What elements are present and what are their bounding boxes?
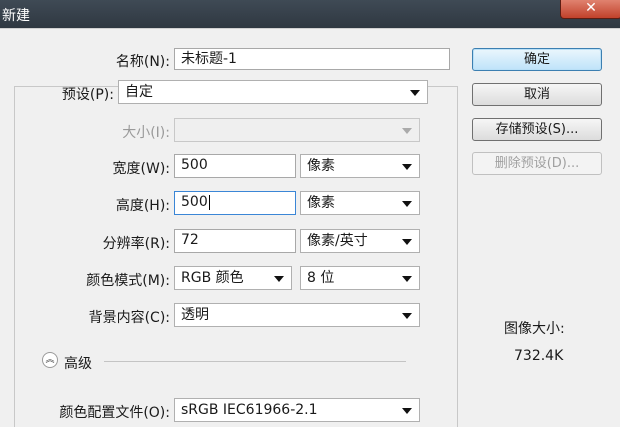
bit-depth-select[interactable]: 8 位	[300, 266, 420, 290]
cancel-button[interactable]: 取消	[472, 83, 602, 106]
chevron-down-icon	[402, 239, 412, 245]
background-label: 背景内容(C):	[88, 310, 170, 326]
name-label: 名称(N):	[115, 54, 170, 70]
chevron-down-icon	[402, 128, 412, 134]
width-input[interactable]: 500	[174, 154, 296, 178]
name-input[interactable]: 未标题-1	[174, 48, 450, 70]
bit-depth-value: 8 位	[307, 270, 335, 286]
chevron-down-icon	[274, 276, 284, 282]
preset-select[interactable]: 自定	[118, 80, 428, 104]
width-label: 宽度(W):	[112, 161, 170, 177]
size-label: 大小(I):	[122, 125, 170, 141]
chevron-down-icon	[402, 276, 412, 282]
chevron-down-icon	[410, 90, 420, 96]
height-input[interactable]: 500	[174, 191, 296, 215]
image-size-label: 图像大小:	[504, 321, 565, 337]
save-preset-button[interactable]: 存储预设(S)...	[472, 118, 602, 141]
color-mode-value: RGB 颜色	[181, 270, 244, 286]
delete-preset-button: 删除预设(D)...	[472, 152, 602, 175]
width-unit-value: 像素	[307, 158, 335, 174]
width-unit-select[interactable]: 像素	[300, 154, 420, 178]
chevron-down-icon	[402, 164, 412, 170]
color-profile-select[interactable]: sRGB IEC61966-2.1	[174, 398, 420, 422]
close-button[interactable]: ✕	[560, 0, 620, 19]
color-mode-select[interactable]: RGB 颜色	[174, 266, 292, 290]
chevron-down-icon	[402, 313, 412, 319]
height-value: 500	[181, 194, 208, 210]
resolution-input[interactable]: 72	[174, 229, 296, 253]
window-title: 新建	[2, 8, 30, 24]
chevron-down-icon	[402, 201, 412, 207]
background-select[interactable]: 透明	[174, 303, 420, 327]
height-unit-select[interactable]: 像素	[300, 191, 420, 215]
preset-label: 预设(P):	[61, 87, 114, 103]
advanced-label[interactable]: 高级	[64, 353, 92, 373]
chevron-down-icon	[402, 408, 412, 414]
title-bar: 新建 ✕	[0, 0, 620, 28]
close-icon: ✕	[585, 0, 597, 16]
preset-value: 自定	[125, 84, 153, 100]
image-size-value: 732.4K	[514, 348, 564, 364]
advanced-divider	[104, 361, 406, 362]
background-value: 透明	[181, 307, 209, 323]
ok-button[interactable]: 确定	[472, 48, 602, 71]
chevron-up-double-icon[interactable]: ︽	[42, 352, 58, 368]
color-profile-label: 颜色配置文件(O):	[59, 405, 170, 421]
height-label: 高度(H):	[115, 198, 170, 214]
color-mode-label: 颜色模式(M):	[86, 273, 170, 289]
color-profile-value: sRGB IEC61966-2.1	[181, 402, 318, 418]
text-cursor	[208, 194, 210, 210]
height-unit-value: 像素	[307, 195, 335, 211]
resolution-unit-select[interactable]: 像素/英寸	[300, 229, 420, 253]
resolution-label: 分辨率(R):	[102, 236, 170, 252]
size-select	[174, 118, 420, 142]
resolution-unit-value: 像素/英寸	[307, 233, 368, 249]
